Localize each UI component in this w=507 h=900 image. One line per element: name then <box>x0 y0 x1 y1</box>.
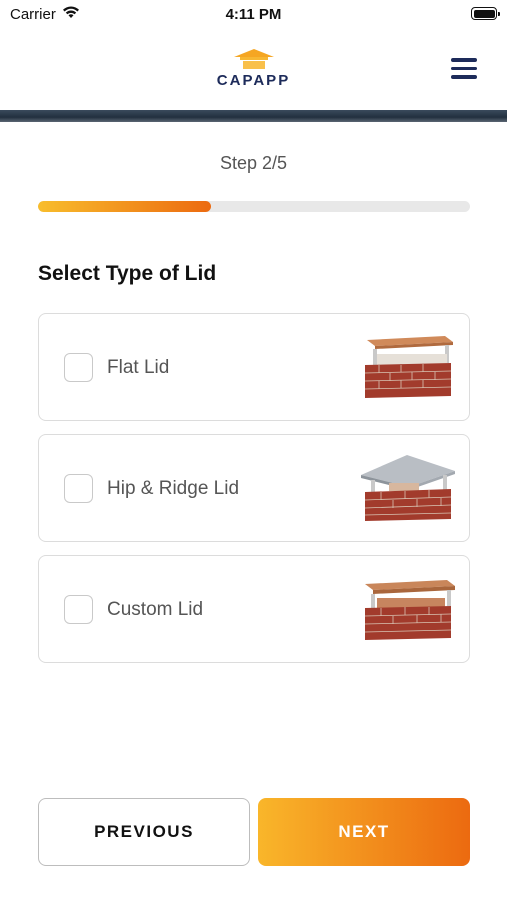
previous-button[interactable]: PREVIOUS <box>38 798 250 866</box>
app-header: CAPAPP <box>0 30 507 110</box>
battery-icon <box>471 7 500 20</box>
step-indicator: Step 2/5 <box>219 153 288 173</box>
option-label: Custom Lid <box>107 599 204 620</box>
brand-logo[interactable]: CAPAPP <box>0 48 507 89</box>
option-label: Flat Lid <box>107 357 170 378</box>
clock: 4:11 PM <box>225 6 282 23</box>
progress-bar-fill <box>38 201 211 212</box>
option-hip-ridge-lid[interactable]: Hip & Ridge Lid <box>38 434 470 542</box>
option-custom-lid[interactable]: Custom Lid <box>38 555 470 663</box>
hip-ridge-lid-checkbox[interactable] <box>64 474 93 503</box>
custom-lid-image <box>364 580 455 640</box>
custom-lid-checkbox[interactable] <box>64 595 93 624</box>
progress-bar <box>38 201 470 212</box>
option-flat-lid[interactable]: Flat Lid <box>38 313 470 421</box>
lid-options-list: Flat Lid Hip & Ridge Lid Custom Lid <box>38 313 470 676</box>
next-button[interactable]: NEXT <box>258 798 470 866</box>
status-bar: Carrier 4:11 PM <box>0 0 507 30</box>
hamburger-menu-icon[interactable] <box>451 58 477 80</box>
option-label: Hip & Ridge Lid <box>107 478 240 499</box>
hip-ridge-lid-image <box>361 455 455 521</box>
flat-lid-checkbox[interactable] <box>64 353 93 382</box>
chimney-cap-logo-icon <box>233 49 274 69</box>
section-title: Select Type of Lid <box>38 262 217 285</box>
flat-lid-image <box>364 336 453 398</box>
brand-name: CAPAPP <box>216 72 291 89</box>
header-banner-image <box>0 110 507 122</box>
